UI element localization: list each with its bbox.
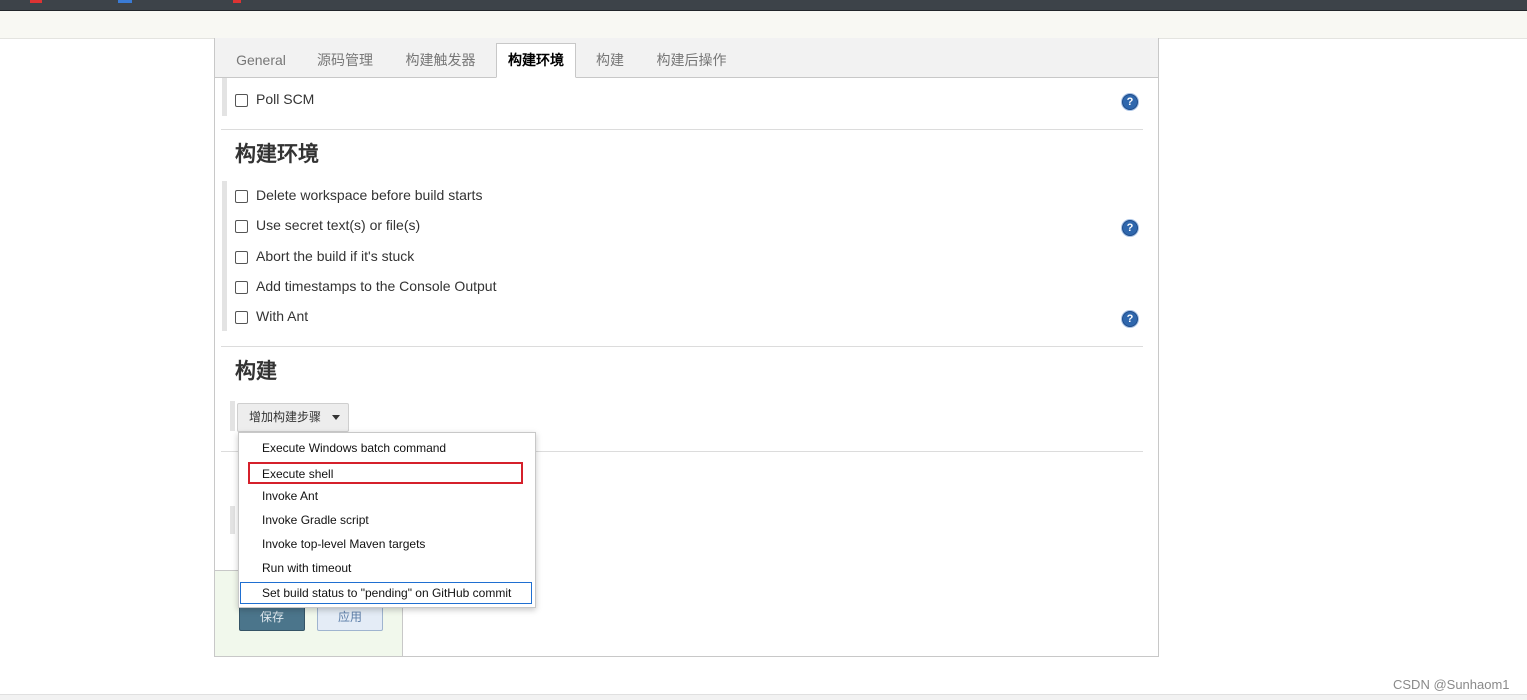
delete-workspace-checkbox[interactable] [235, 190, 248, 203]
caret-down-icon [332, 415, 340, 420]
section-indent-bar [230, 401, 235, 431]
section-indent-bar [222, 181, 227, 331]
menu-item-invoke-ant[interactable]: Invoke Ant [240, 485, 532, 507]
option-label: Abort the build if it's stuck [256, 248, 415, 264]
tab-general[interactable]: General [227, 45, 295, 76]
option-label: Add timestamps to the Console Output [256, 278, 497, 294]
menu-item-invoke-gradle[interactable]: Invoke Gradle script [240, 509, 532, 531]
menu-item-run-with-timeout[interactable]: Run with timeout [240, 557, 532, 579]
build-environment-heading: 构建环境 [235, 143, 319, 166]
timestamps-checkbox[interactable] [235, 281, 248, 294]
menu-item-execute-windows-batch[interactable]: Execute Windows batch command [240, 437, 532, 459]
help-icon[interactable]: ? [1122, 94, 1138, 110]
use-secret-checkbox[interactable] [235, 220, 248, 233]
add-build-step-menu: Execute Windows batch command Execute sh… [238, 432, 536, 608]
tab-post-build-actions[interactable]: 构建后操作 [649, 45, 734, 76]
save-button[interactable]: 保存 [239, 604, 305, 631]
config-tab-bar: General 源码管理 构建触发器 构建环境 构建 构建后操作 [215, 38, 1158, 78]
add-build-step-button[interactable]: 增加构建步骤 [237, 403, 349, 432]
build-heading: 构建 [235, 360, 277, 383]
browser-icon-fragment [118, 0, 132, 3]
option-label: Delete workspace before build starts [256, 187, 483, 203]
menu-item-invoke-maven[interactable]: Invoke top-level Maven targets [240, 533, 532, 555]
option-label: Use secret text(s) or file(s) [256, 217, 421, 233]
tab-build-environment[interactable]: 构建环境 [496, 43, 576, 78]
option-label: With Ant [256, 308, 309, 324]
abort-stuck-checkbox[interactable] [235, 251, 248, 264]
help-icon[interactable]: ? [1122, 311, 1138, 327]
tab-build[interactable]: 构建 [589, 45, 631, 76]
help-icon[interactable]: ? [1122, 220, 1138, 236]
section-indent-bar [222, 78, 227, 116]
page-bottom-edge [0, 694, 1527, 700]
menu-item-set-github-pending[interactable]: Set build status to "pending" on GitHub … [240, 582, 532, 604]
tab-build-triggers[interactable]: 构建触发器 [398, 45, 483, 76]
page-header-strip [0, 11, 1527, 39]
add-build-step-label: 增加构建步骤 [249, 410, 322, 424]
browser-icon-fragment [233, 0, 241, 3]
with-ant-checkbox[interactable] [235, 311, 248, 324]
poll-scm-checkbox[interactable] [235, 94, 248, 107]
browser-top-bar [0, 0, 1527, 11]
tab-source-code-management[interactable]: 源码管理 [310, 45, 380, 76]
section-indent-bar [230, 506, 235, 534]
watermark: CSDN @Sunhaom1 [1393, 677, 1510, 692]
browser-icon-fragment [30, 0, 42, 3]
apply-button[interactable]: 应用 [317, 604, 383, 631]
section-divider [221, 129, 1143, 130]
section-divider [221, 346, 1143, 347]
poll-scm-label: Poll SCM [256, 91, 315, 107]
menu-item-execute-shell[interactable]: Execute shell [248, 462, 523, 484]
